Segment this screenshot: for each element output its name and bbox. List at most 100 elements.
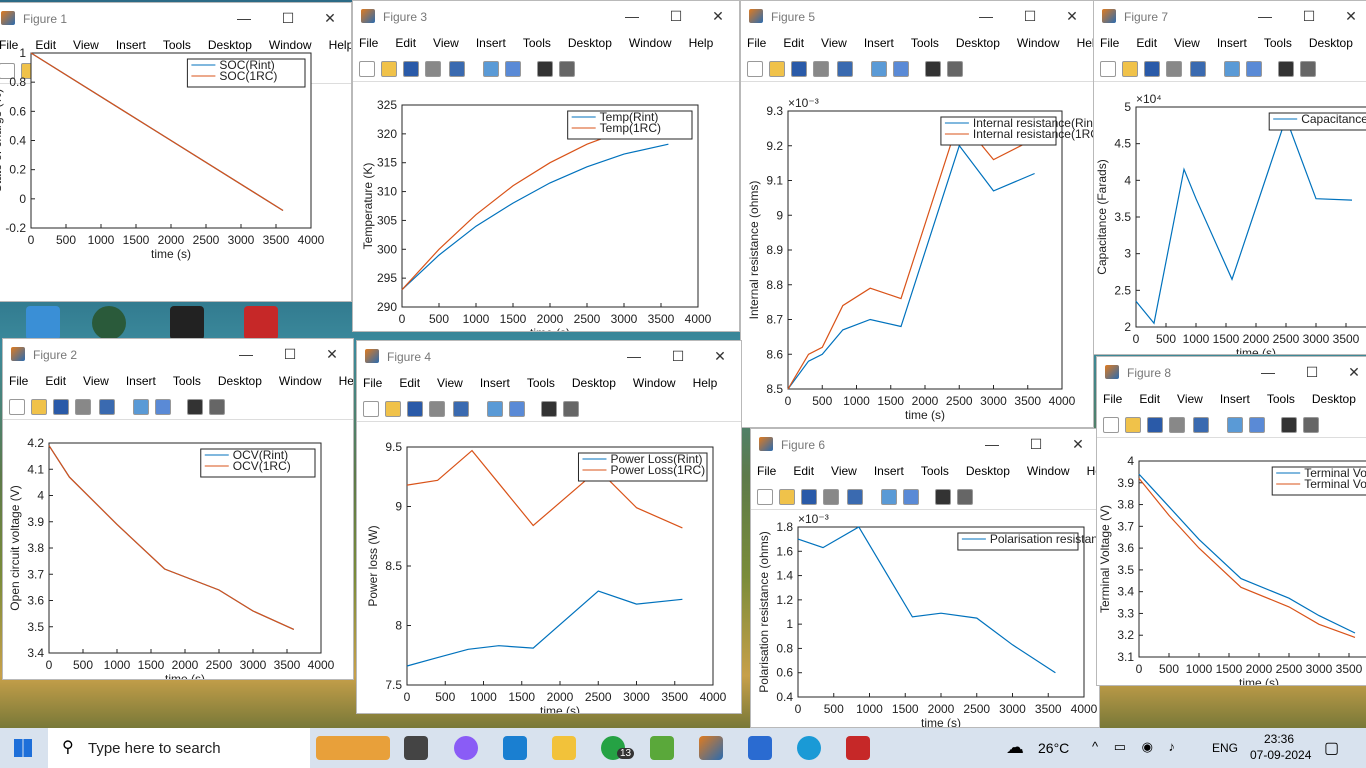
x-tick-label: 3500 bbox=[1014, 394, 1041, 408]
x-tick-label: 2000 bbox=[158, 233, 185, 247]
y-tick-label: 3.9 bbox=[1117, 476, 1134, 490]
y-tick-label: 3.8 bbox=[27, 541, 44, 555]
y-tick-label: 5 bbox=[1124, 100, 1131, 114]
y-axis-label: Internal resistance (ohms) bbox=[747, 181, 761, 320]
y-tick-label: 2 bbox=[1124, 320, 1131, 334]
y-tick-label: 9 bbox=[395, 500, 402, 514]
x-tick-label: 1500 bbox=[1213, 332, 1240, 346]
task-view-icon[interactable] bbox=[404, 736, 428, 760]
plot-area[interactable]: 0 500 1000 1500 2000 2500 3000 3500 4000 0.4 0.6 0.… bbox=[751, 429, 1100, 728]
y-axis-label: Power loss (W) bbox=[366, 525, 380, 606]
search-box[interactable]: ⚲ Type here to search bbox=[48, 728, 310, 768]
y-tick-label: 4 bbox=[1124, 173, 1131, 187]
clock-time[interactable]: 23:36 bbox=[1264, 732, 1294, 746]
x-tick-label: 1500 bbox=[892, 702, 919, 716]
x-tick-label: 2000 bbox=[928, 702, 955, 716]
acrobat-icon[interactable] bbox=[846, 736, 870, 760]
x-tick-label: 500 bbox=[812, 394, 832, 408]
x-tick-label: 3000 bbox=[240, 658, 267, 672]
plot-area[interactable]: 0 500 1000 1500 2000 2500 3000 3500 4000 3.4 3.5 3.… bbox=[3, 339, 354, 680]
x-tick-label: 3000 bbox=[228, 233, 255, 247]
desktop-icon[interactable] bbox=[26, 306, 60, 340]
store-icon[interactable] bbox=[748, 736, 772, 760]
notification-icon[interactable]: ▢ bbox=[1324, 738, 1339, 758]
x-tick-label: 3000 bbox=[611, 312, 638, 326]
plot-area[interactable]: 0 500 1000 1500 2000 2500 3000 3500 3.1 3.2 3.3 3.4… bbox=[1097, 357, 1366, 686]
legend-label: Internal resistance(1RC) bbox=[973, 127, 1094, 141]
y-tick-label: 315 bbox=[377, 156, 397, 170]
legend-label: Capacitance bbox=[1301, 112, 1366, 126]
x-tick-label: 1000 bbox=[1183, 332, 1210, 346]
y-tick-label: 7.5 bbox=[385, 678, 402, 692]
weather-icon: ☁ bbox=[1006, 737, 1024, 757]
y-tick-label: 0.4 bbox=[9, 134, 26, 148]
language-indicator[interactable]: ENG bbox=[1212, 741, 1238, 755]
pdf-icon[interactable] bbox=[244, 306, 278, 340]
y-tick-label: 0.6 bbox=[776, 666, 793, 680]
figure-window-fig5[interactable]: Figure 5— ☐ ✕ File Edit View Insert Tools Deskto… bbox=[740, 0, 1094, 428]
x-tick-label: 3000 bbox=[999, 702, 1026, 716]
x-tick-label: 2000 bbox=[537, 312, 564, 326]
y-tick-label: 0.8 bbox=[776, 641, 793, 655]
y-tick-label: 4 bbox=[37, 489, 44, 503]
axes-box bbox=[1135, 106, 1366, 328]
y-axis-label: Open circuit voltage (V) bbox=[8, 485, 22, 610]
y-tick-label: 3.1 bbox=[1117, 650, 1134, 664]
x-tick-label: 4000 bbox=[1049, 394, 1076, 408]
edge-icon[interactable] bbox=[797, 736, 821, 760]
y-tick-label: 8.7 bbox=[766, 313, 783, 327]
file-explorer-icon[interactable] bbox=[552, 736, 576, 760]
clock-date[interactable]: 07-09-2024 bbox=[1250, 748, 1311, 762]
windows-start-icon[interactable] bbox=[14, 739, 32, 757]
figure-window-fig3[interactable]: Figure 3— ☐ ✕ File Edit View Insert Tools Deskto… bbox=[352, 0, 740, 332]
y-tick-label: 3.3 bbox=[1117, 606, 1134, 620]
legend-label: Terminal Voltage(1RC) bbox=[1304, 477, 1366, 491]
x-tick-label: 4000 bbox=[308, 658, 335, 672]
x-axis-label: time (s) bbox=[151, 247, 191, 261]
y-tick-label: 9.3 bbox=[766, 104, 783, 118]
plot-area[interactable]: 0 500 1000 1500 2000 2500 3000 3500 4000 290 295 30… bbox=[353, 1, 740, 332]
matlab-icon[interactable] bbox=[699, 736, 723, 760]
search-icon: ⚲ bbox=[62, 739, 74, 756]
x-tick-label: 0 bbox=[1136, 662, 1143, 676]
x-axis-label: time (s) bbox=[1239, 676, 1279, 686]
plot-area[interactable]: 0 500 1000 1500 2000 2500 3000 3500 4000 7.5 8 8.5 9… bbox=[357, 341, 742, 714]
plot-area[interactable]: 0 500 1000 1500 2000 2500 3000 3500 4000-0.200.2… bbox=[0, 3, 352, 302]
x-tick-label: 4000 bbox=[298, 233, 325, 247]
y-exponent: ×10⁴ bbox=[1136, 92, 1162, 106]
figure-window-fig6[interactable]: Figure 6— ☐ ✕ File Edit View Insert Tools Deskto… bbox=[750, 428, 1100, 728]
y-tick-label: 3.6 bbox=[27, 594, 44, 608]
figure-window-fig1[interactable]: Figure 1— ☐ ✕ File Edit View Insert Tools Deskto… bbox=[0, 2, 352, 302]
y-tick-label: 1 bbox=[786, 617, 793, 631]
copilot-icon[interactable] bbox=[454, 736, 478, 760]
y-tick-label: 310 bbox=[377, 185, 397, 199]
desktop-icon[interactable] bbox=[170, 306, 204, 340]
y-tick-label: 300 bbox=[377, 242, 397, 256]
y-tick-label: 8 bbox=[395, 619, 402, 633]
x-tick-label: 1500 bbox=[508, 690, 535, 704]
figure-window-fig7[interactable]: Figure 7— ☐ ✕ File Edit View Insert Tools Deskto… bbox=[1093, 0, 1366, 355]
desktop-icon[interactable] bbox=[92, 306, 126, 340]
plot-area[interactable]: 0 500 1000 1500 2000 2500 3000 3500 4000 8.5 8.6 8.… bbox=[741, 1, 1094, 428]
y-tick-label: 325 bbox=[377, 98, 397, 112]
y-tick-label: 0 bbox=[19, 192, 26, 206]
figure-window-fig8[interactable]: Figure 8— ☐ ✕ File Edit View Insert Tools Deskto… bbox=[1096, 356, 1366, 686]
x-tick-label: 500 bbox=[435, 690, 455, 704]
figure-window-fig2[interactable]: Figure 2— ☐ ✕ File Edit View Insert Tools Deskto… bbox=[2, 338, 354, 680]
plot-area[interactable]: 0 500 1000 1500 2000 2500 3000 3500 2 2.5 3 3.5 4 4.5… bbox=[1094, 1, 1366, 355]
x-tick-label: 3000 bbox=[1306, 662, 1333, 676]
vscode-icon[interactable] bbox=[503, 736, 527, 760]
legend-label: OCV(1RC) bbox=[233, 459, 291, 473]
y-tick-label: 8.5 bbox=[766, 382, 783, 396]
x-tick-label: 2500 bbox=[206, 658, 233, 672]
tray-icons[interactable]: ^ ▭ ◉ ♪ bbox=[1092, 739, 1181, 755]
whatsapp-badge: 13 bbox=[617, 748, 635, 759]
figure-window-fig4[interactable]: Figure 4— ☐ ✕ File Edit View Insert Tools Deskto… bbox=[356, 340, 742, 714]
x-tick-label: 2500 bbox=[963, 702, 990, 716]
y-tick-label: 1.4 bbox=[776, 569, 793, 583]
x-axis-label: time (s) bbox=[1236, 346, 1276, 355]
x-tick-label: 3500 bbox=[274, 658, 301, 672]
y-tick-label: 295 bbox=[377, 271, 397, 285]
y-tick-label: 9.2 bbox=[766, 139, 783, 153]
app-icon[interactable] bbox=[650, 736, 674, 760]
